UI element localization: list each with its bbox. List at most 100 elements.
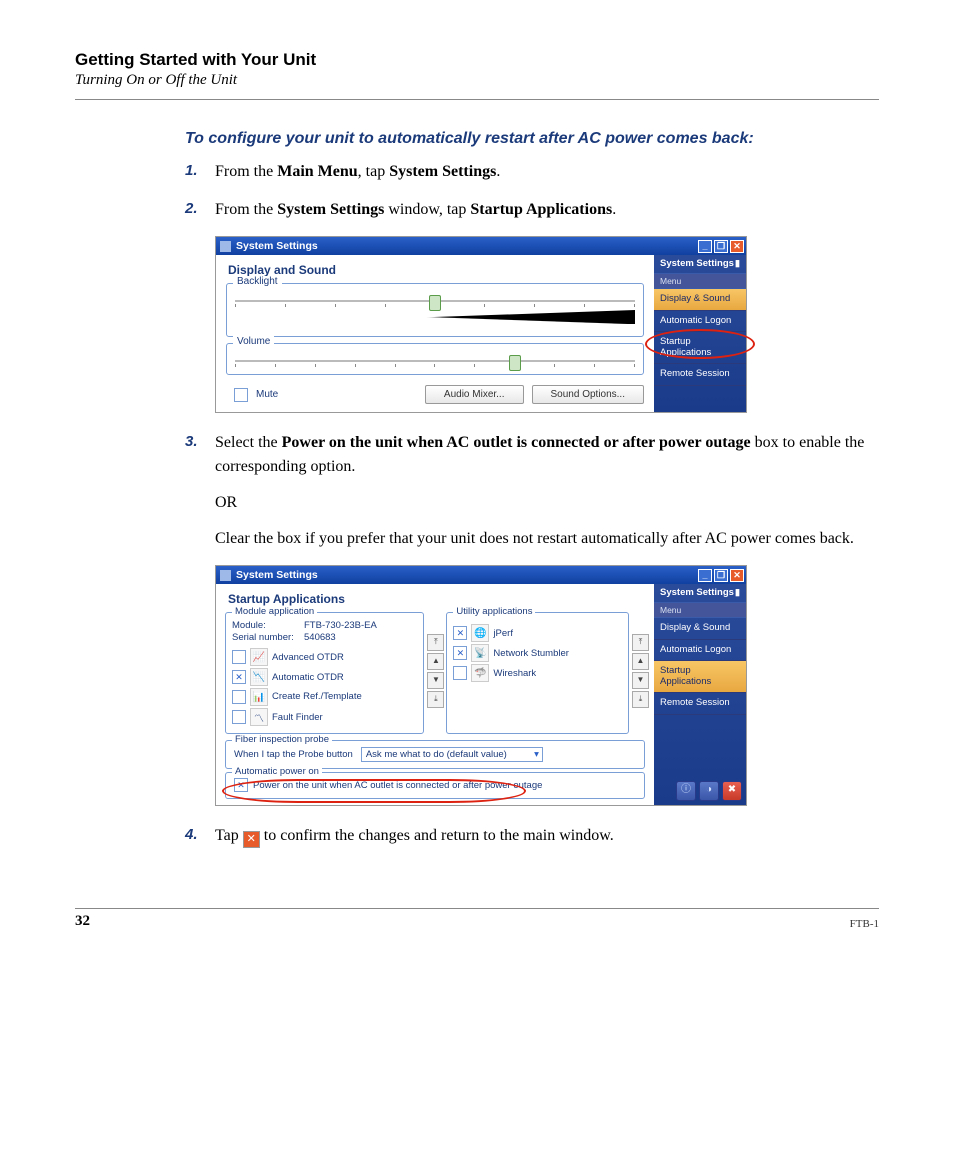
sidebar-item-automatic-logon[interactable]: Automatic Logon (654, 311, 746, 332)
help-button[interactable]: ⓘ (676, 781, 696, 801)
text: Select the (215, 434, 282, 451)
bold-text: System Settings (389, 163, 496, 180)
sidebar-item-startup-applications[interactable]: Startup Applications (654, 661, 746, 693)
text: Clear the box if you prefer that your un… (215, 527, 879, 551)
step-number: 1. (185, 160, 198, 183)
fiber-legend: Fiber inspection probe (232, 734, 332, 745)
text: . (612, 201, 616, 218)
module-application-group: Module application Module:FTB-730-23B-EA… (225, 612, 424, 734)
backlight-slider[interactable] (235, 294, 635, 308)
app-icon: 📉 (250, 668, 268, 686)
checkbox[interactable]: ✕ (453, 626, 467, 640)
app-row-network-stumbler[interactable]: ✕ 📡 Network Stumbler (453, 643, 622, 663)
text: , tap (358, 163, 390, 180)
app-row-automatic-otdr[interactable]: ✕ 📉 Automatic OTDR (232, 667, 417, 687)
audio-mixer-button[interactable]: Audio Mixer... (425, 385, 524, 404)
checkbox[interactable]: ✕ (453, 646, 467, 660)
serial-value: 540683 (304, 632, 336, 643)
sidebar-item-display-sound[interactable]: Display & Sound (654, 618, 746, 639)
close-button[interactable]: ✕ (730, 569, 744, 582)
sidebar-item-automatic-logon[interactable]: Automatic Logon (654, 640, 746, 661)
panel-heading: Display and Sound (216, 255, 654, 283)
app-label: Create Ref./Template (272, 692, 362, 702)
module-value: FTB-730-23B-EA (304, 620, 377, 631)
step-3: 3. Select the Power on the unit when AC … (185, 431, 879, 551)
module-label: Module: (232, 620, 304, 631)
checkbox[interactable] (232, 650, 246, 664)
task-intro: To configure your unit to automatically … (75, 130, 879, 148)
utility-legend: Utility applications (453, 606, 535, 617)
window-title: System Settings (236, 240, 318, 252)
or-label: OR (215, 491, 879, 515)
app-row-jperf[interactable]: ✕ 🌐 jPerf (453, 623, 622, 643)
fiber-label: When I tap the Probe button (234, 749, 353, 760)
maximize-button[interactable]: ❐ (714, 240, 728, 253)
move-down-button[interactable]: ▼ (427, 672, 444, 689)
step-number: 2. (185, 198, 198, 221)
backlight-group: Backlight (226, 283, 644, 337)
app-icon: 🦈 (471, 664, 489, 682)
model-label: FTB-1 (850, 918, 879, 930)
auto-power-checkbox[interactable]: ✕ (234, 778, 248, 792)
maximize-button[interactable]: ❐ (714, 569, 728, 582)
app-row-create-ref[interactable]: 📊 Create Ref./Template (232, 687, 417, 707)
app-label: Advanced OTDR (272, 652, 344, 663)
move-top-button[interactable]: ⤒ (632, 634, 649, 651)
chapter-title: Getting Started with Your Unit (75, 50, 879, 70)
minimize-button[interactable]: _ (698, 240, 712, 253)
app-row-wireshark[interactable]: 🦈 Wireshark (453, 663, 622, 683)
app-label: Network Stumbler (493, 648, 569, 659)
window-titlebar: System Settings _ ❐ ✕ (216, 566, 746, 584)
step-1: 1. From the Main Menu, tap System Settin… (185, 160, 879, 184)
sidebar-item-remote-session[interactable]: Remote Session (654, 693, 746, 714)
window-titlebar: System Settings _ ❐ ✕ (216, 237, 746, 255)
bold-text: Power on the unit when AC outlet is conn… (282, 434, 751, 451)
header-rule (75, 99, 879, 100)
sidebar-item-display-sound[interactable]: Display & Sound (654, 289, 746, 310)
close-button[interactable]: ✕ (730, 240, 744, 253)
text: From the (215, 163, 277, 180)
window-icon (220, 570, 231, 581)
move-bottom-button[interactable]: ⤓ (427, 691, 444, 708)
checkbox[interactable] (453, 666, 467, 680)
window-icon (220, 241, 231, 252)
page-number: 32 (75, 913, 90, 930)
app-row-fault-finder[interactable]: 〽 Fault Finder (232, 707, 417, 727)
move-up-button[interactable]: ▲ (427, 653, 444, 670)
auto-power-legend: Automatic power on (232, 766, 322, 777)
sidebar-heading: System Settings ▮ (654, 255, 746, 274)
brightness-wedge-icon (235, 310, 635, 324)
step-number: 3. (185, 431, 198, 454)
checkbox[interactable]: ✕ (232, 670, 246, 684)
sidebar-close-button[interactable]: ✖ (722, 781, 742, 801)
figure-display-sound: System Settings _ ❐ ✕ Display and Sound … (215, 236, 747, 413)
app-icon: 📊 (250, 688, 268, 706)
volume-legend: Volume (233, 336, 274, 347)
volume-slider[interactable] (235, 354, 635, 368)
step-2: 2. From the System Settings window, tap … (185, 198, 879, 222)
sidebar: System Settings ▮ Menu Display & Sound A… (654, 255, 746, 412)
nav-button[interactable]: ◑ (699, 781, 719, 801)
mute-label: Mute (256, 389, 278, 400)
move-bottom-button[interactable]: ⤓ (632, 691, 649, 708)
move-down-button[interactable]: ▼ (632, 672, 649, 689)
section-title: Turning On or Off the Unit (75, 72, 879, 89)
bold-text: System Settings (277, 201, 384, 218)
minimize-button[interactable]: _ (698, 569, 712, 582)
app-row-advanced-otdr[interactable]: 📈 Advanced OTDR (232, 647, 417, 667)
app-icon: 〽 (250, 708, 268, 726)
reorder-buttons: ⤒ ▲ ▼ ⤓ (427, 634, 443, 734)
mute-checkbox[interactable] (234, 388, 248, 402)
checkbox[interactable] (232, 690, 246, 704)
bold-text: Main Menu (277, 163, 357, 180)
sidebar-item-remote-session[interactable]: Remote Session (654, 364, 746, 385)
move-top-button[interactable]: ⤒ (427, 634, 444, 651)
sidebar-item-startup-applications[interactable]: Startup Applications (654, 332, 746, 364)
probe-action-dropdown[interactable]: Ask me what to do (default value) (361, 747, 543, 762)
sound-options-button[interactable]: Sound Options... (532, 385, 645, 404)
move-up-button[interactable]: ▲ (632, 653, 649, 670)
step-number: 4. (185, 824, 198, 847)
app-icon: 🌐 (471, 624, 489, 642)
checkbox[interactable] (232, 710, 246, 724)
window-title: System Settings (236, 569, 318, 581)
